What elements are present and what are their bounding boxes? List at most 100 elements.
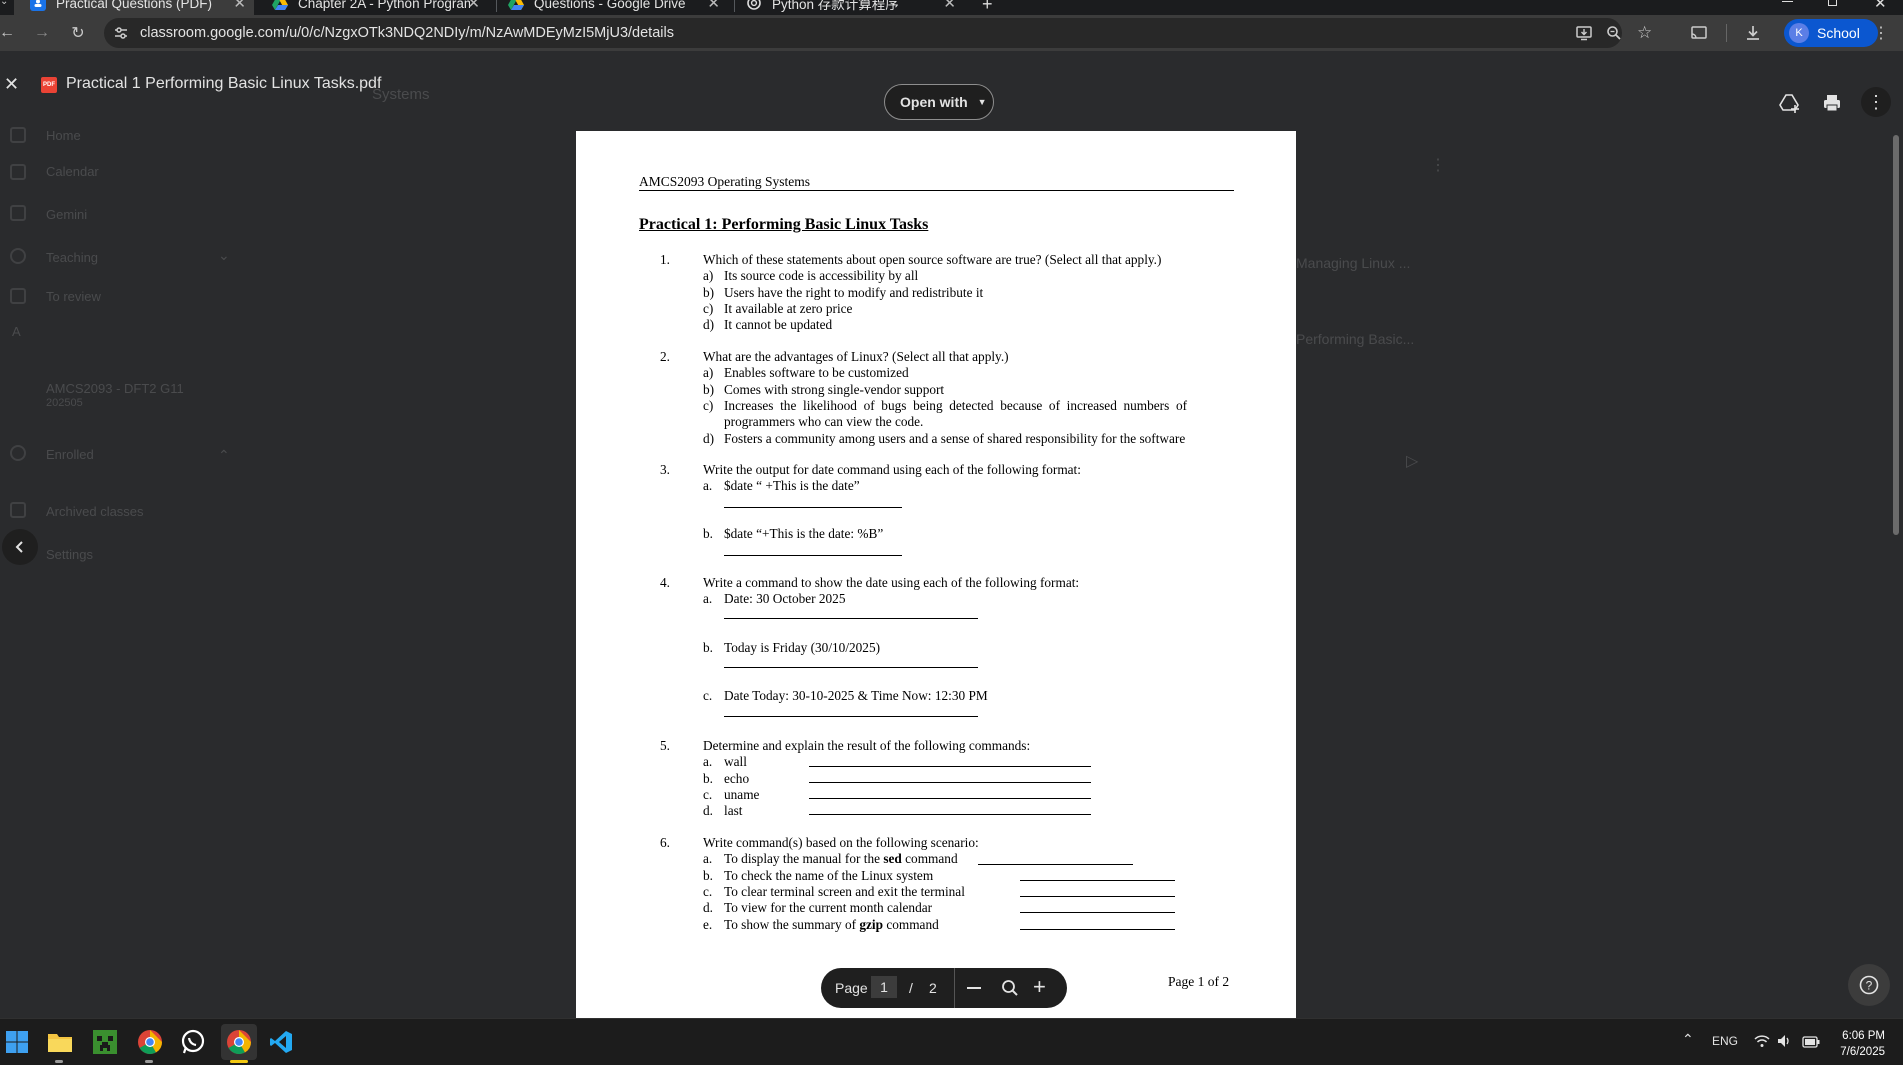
answer-blank[interactable] — [1020, 880, 1175, 881]
answer-blank[interactable] — [724, 667, 978, 668]
answer-blank[interactable] — [1020, 896, 1175, 897]
question-text: Write the output for date command using … — [703, 462, 1081, 477]
option-label: b. — [703, 771, 713, 786]
tab-title: Python 存款计算程序 — [772, 0, 899, 12]
tab-questions-drive[interactable]: Questions - Google Drive ✕ — [500, 0, 728, 15]
answer-blank[interactable] — [809, 798, 1091, 799]
header-rule — [639, 190, 1234, 191]
install-app-icon[interactable] — [1576, 25, 1592, 41]
reload-icon[interactable]: ↻ — [68, 23, 88, 43]
chevron-up-icon[interactable]: ⌃ — [1682, 1031, 1694, 1048]
answer-blank[interactable] — [978, 864, 1133, 865]
nav-class-term: 202505 — [46, 397, 83, 409]
faded-item-2[interactable]: Performing Basic... — [1296, 331, 1414, 347]
answer-blank[interactable] — [1020, 912, 1175, 913]
profile-button[interactable]: K School — [1784, 19, 1878, 47]
forward-icon[interactable]: → — [32, 23, 52, 43]
minecraft-icon[interactable] — [90, 1027, 120, 1057]
restore-icon[interactable] — [1828, 0, 1837, 6]
download-icon[interactable] — [1744, 23, 1762, 43]
google-drive-icon — [508, 0, 524, 11]
file-explorer-icon[interactable] — [45, 1027, 75, 1057]
question-text: Write command(s) based on the following … — [703, 835, 979, 850]
zoom-icon[interactable] — [1606, 25, 1622, 41]
new-tab-icon[interactable]: + — [982, 0, 993, 15]
nav-calendar[interactable]: Calendar — [46, 164, 99, 179]
bookmark-star-icon[interactable]: ☆ — [1637, 23, 1652, 43]
language-indicator[interactable]: ENG — [1712, 1034, 1738, 1048]
answer-blank[interactable] — [724, 555, 902, 556]
zoom-in-icon[interactable]: + — [1033, 974, 1046, 1000]
minimize-icon[interactable] — [1782, 1, 1793, 2]
whatsapp-icon[interactable] — [178, 1027, 208, 1057]
zoom-out-icon[interactable] — [967, 987, 981, 989]
close-window-icon[interactable]: ✕ — [1874, 0, 1887, 12]
site-info-icon[interactable] — [114, 26, 128, 40]
nav-home[interactable]: Home — [46, 128, 81, 143]
answer-blank[interactable] — [809, 766, 1091, 767]
faded-item-1[interactable]: Managing Linux ... — [1296, 255, 1410, 271]
tab-python-program[interactable]: Python 存款计算程序 ✕ — [738, 0, 964, 15]
zoom-fit-icon[interactable] — [1001, 979, 1019, 997]
answer-blank[interactable] — [809, 814, 1091, 815]
help-button[interactable]: ? — [1848, 964, 1890, 1006]
wifi-icon[interactable] — [1754, 1034, 1770, 1053]
chrome-icon[interactable] — [135, 1027, 165, 1057]
avatar: K — [1789, 23, 1809, 43]
nav-teaching[interactable]: Teaching — [46, 250, 98, 265]
tab-practical-questions[interactable]: Practical Questions (PDF) ✕ — [14, 0, 254, 15]
nav-to-review[interactable]: To review — [46, 289, 101, 304]
nav-gemini[interactable]: Gemini — [46, 207, 87, 222]
collapse-sidebar-button[interactable] — [2, 529, 38, 565]
page-label: Page — [835, 980, 868, 996]
close-tab-icon[interactable]: ✕ — [233, 0, 246, 12]
clock-date: 7/6/2025 — [1840, 1046, 1885, 1058]
option-text: To clear terminal screen and exit the te… — [724, 884, 965, 899]
close-viewer-icon[interactable]: ✕ — [4, 74, 19, 95]
close-tab-icon[interactable]: ✕ — [467, 0, 480, 12]
nav-enrolled[interactable]: Enrolled — [46, 447, 94, 462]
print-icon[interactable] — [1823, 94, 1841, 112]
chevron-up-icon[interactable]: ⌃ — [218, 447, 230, 464]
open-with-button[interactable]: Open with ▼ — [884, 84, 994, 120]
windows-start-icon[interactable] — [2, 1027, 32, 1057]
enrolled-icon — [10, 445, 26, 461]
answer-blank[interactable] — [724, 507, 902, 508]
address-bar[interactable]: classroom.google.com/u/0/c/NzgxOTk3NDQ2N… — [104, 18, 1652, 48]
volume-icon[interactable] — [1777, 1034, 1793, 1053]
close-tab-icon[interactable]: ✕ — [943, 0, 956, 12]
question-number: 3. — [660, 462, 670, 477]
active-app-indicator — [145, 1060, 153, 1063]
pdf-page: AMCS2093 Operating Systems Practical 1: … — [576, 131, 1296, 1018]
answer-blank[interactable] — [1020, 929, 1175, 930]
close-tab-icon[interactable]: ✕ — [707, 0, 720, 12]
more-options-icon[interactable]: ⋮ — [1861, 87, 1891, 117]
scrollbar[interactable] — [1893, 135, 1899, 535]
chrome-profile-icon[interactable] — [221, 1024, 257, 1060]
answer-blank[interactable] — [809, 782, 1091, 783]
answer-blank[interactable] — [724, 716, 978, 717]
dropdown-arrow-icon: ▼ — [977, 97, 987, 107]
command-name: gzip — [859, 917, 883, 932]
answer-blank[interactable] — [724, 618, 978, 619]
option-label: d) — [703, 431, 715, 446]
browser-menu-icon[interactable]: ⋮ — [1873, 23, 1889, 43]
option-label: c) — [703, 301, 714, 316]
nav-class-name[interactable]: AMCS2093 - DFT2 G11 — [46, 381, 184, 396]
back-icon[interactable]: ← — [0, 23, 15, 43]
vscode-icon[interactable] — [266, 1027, 296, 1057]
nav-archived[interactable]: Archived classes — [46, 504, 144, 519]
tab-chapter-2a[interactable]: Chapter 2A - Python Programm ✕ — [262, 0, 488, 15]
chevron-down-icon[interactable]: ⌄ — [218, 247, 230, 264]
nav-settings[interactable]: Settings — [46, 547, 93, 562]
option-text: $date “+This is the date: %B” — [724, 526, 884, 541]
page-number-input[interactable]: 1 — [871, 976, 897, 998]
page-footer: Page 1 of 2 — [1168, 974, 1230, 989]
option-label: a) — [703, 365, 714, 380]
tab-overflow-chevron[interactable]: ⌄ — [0, 0, 8, 8]
battery-icon[interactable] — [1802, 1035, 1820, 1053]
add-to-drive-icon[interactable] — [1779, 93, 1801, 113]
question-number: 4. — [660, 575, 670, 590]
system-clock[interactable]: 6:06 PM 7/6/2025 — [1829, 1028, 1885, 1060]
cast-icon[interactable] — [1690, 24, 1708, 42]
